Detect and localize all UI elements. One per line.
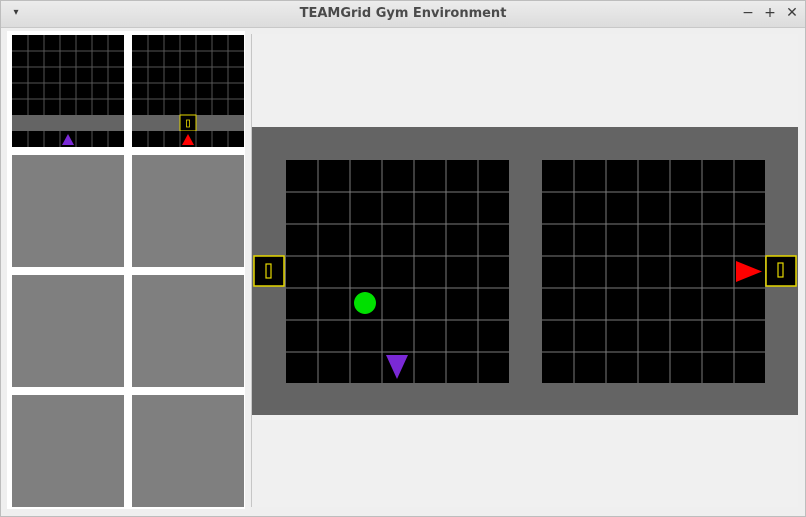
agent-view-1 (12, 35, 124, 147)
agent-views-panel (7, 31, 245, 509)
minimize-button[interactable]: − (739, 4, 757, 22)
wall-row (12, 115, 124, 131)
agent-view-8 (132, 395, 244, 507)
agent-view-5 (12, 275, 124, 387)
agent-view-4 (132, 155, 244, 267)
grid-floor (132, 35, 244, 115)
left-room-floor (286, 160, 509, 383)
ball-icon (354, 292, 376, 314)
agent-view-1-canvas (12, 35, 124, 147)
door-icon (179, 114, 197, 132)
left-door-icon (253, 255, 285, 287)
grid-floor (12, 35, 124, 115)
main-environment-view (251, 34, 798, 507)
environment-canvas (252, 127, 798, 415)
close-button[interactable]: ✕ (783, 4, 801, 22)
agent-view-6 (132, 275, 244, 387)
maximize-button[interactable]: + (761, 4, 779, 22)
agent-view-2 (132, 35, 244, 147)
window-title: TEAMGrid Gym Environment (299, 6, 507, 21)
agent-view-3 (12, 155, 124, 267)
agent-view-7 (12, 395, 124, 507)
app-window: ▾ TEAMGrid Gym Environment − + ✕ (0, 0, 806, 517)
agent-view-2-canvas (132, 35, 244, 147)
title-bar[interactable]: ▾ TEAMGrid Gym Environment − + ✕ (1, 1, 805, 28)
right-door-icon (765, 255, 797, 287)
right-room-floor (542, 160, 765, 383)
